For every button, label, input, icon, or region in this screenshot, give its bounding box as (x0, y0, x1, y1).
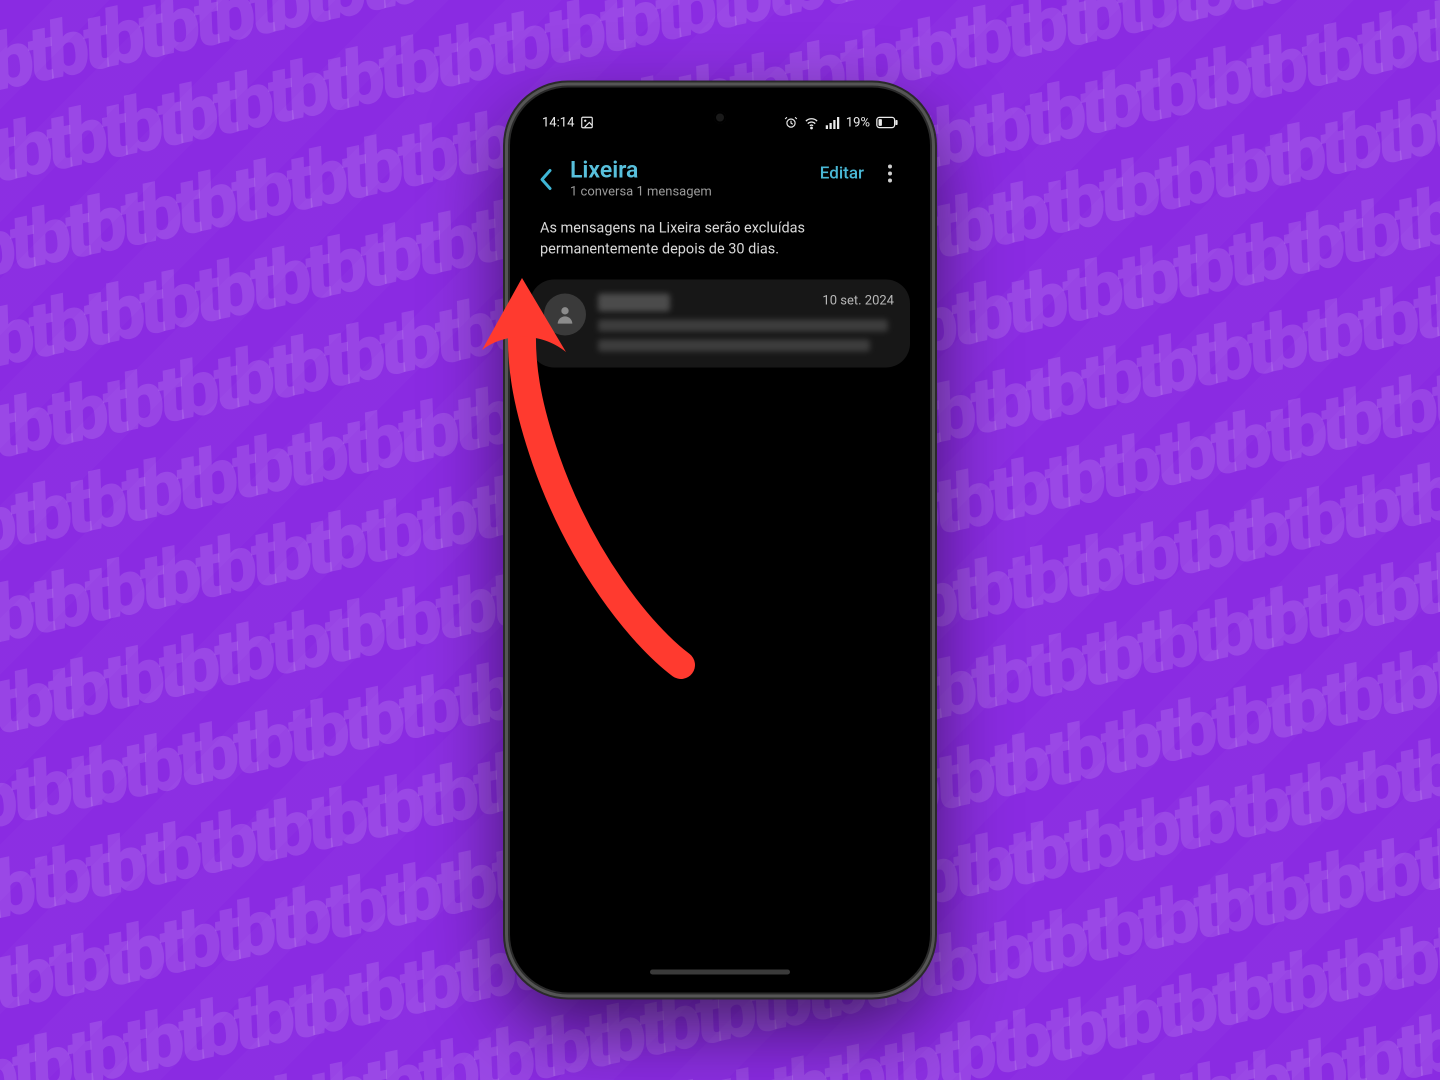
message-preview-blurred (598, 320, 888, 332)
battery-icon (876, 117, 898, 129)
page-subtitle: 1 conversa 1 mensagem (570, 185, 814, 200)
signal-icon (825, 115, 840, 130)
image-icon (580, 116, 594, 130)
phone-screen: 14:14 (520, 98, 920, 983)
edit-button[interactable]: Editar (820, 164, 864, 184)
status-battery-text: 19% (846, 115, 870, 130)
screen-header: Lixeira 1 conversa 1 mensagem Editar (520, 142, 920, 210)
gesture-bar (650, 970, 790, 975)
trash-notice-text: As mensagens na Lixeira serão excluídas … (520, 210, 920, 274)
phone-frame: 14:14 (510, 88, 930, 993)
contact-name-blurred (598, 294, 670, 312)
camera-notch (714, 112, 726, 124)
conversation-date: 10 set. 2024 (822, 294, 894, 309)
status-time: 14:14 (542, 115, 574, 130)
message-preview-blurred (598, 340, 870, 352)
avatar (544, 294, 586, 336)
wifi-icon (804, 115, 819, 130)
page-title: Lixeira (570, 158, 814, 183)
back-button[interactable] (528, 156, 564, 204)
alarm-icon (784, 116, 798, 130)
conversation-item[interactable]: 10 set. 2024 (530, 280, 910, 368)
more-options-button[interactable] (880, 165, 900, 183)
